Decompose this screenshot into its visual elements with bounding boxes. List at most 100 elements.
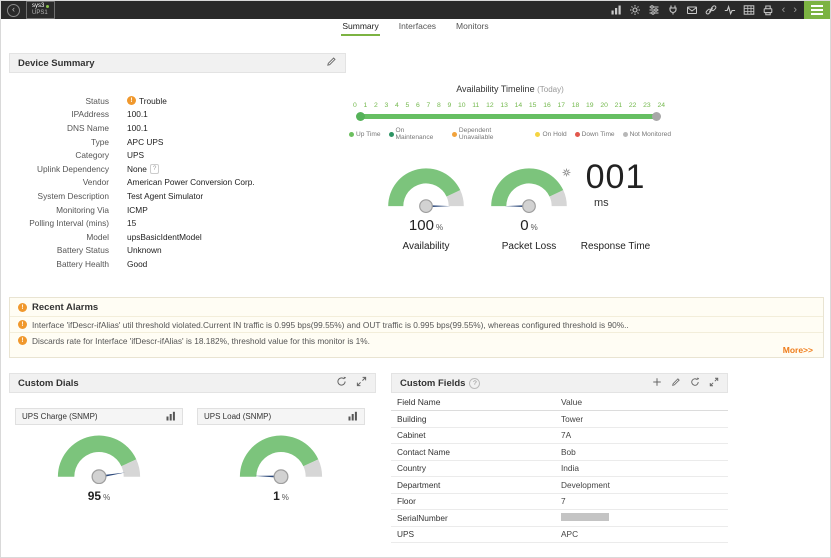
sliders-icon[interactable]	[648, 4, 661, 17]
chart-icon[interactable]	[348, 408, 358, 426]
timeline-ticks: 0123456789101112131415161718192021222324	[353, 102, 665, 109]
field-row-model: Model upsBasicIdentModel	[9, 230, 346, 244]
field-value: Test Agent Simulator	[127, 191, 203, 201]
field-label: Polling Interval (mins)	[9, 218, 109, 228]
field-label: Model	[9, 232, 109, 242]
table-row: Floor 7	[391, 494, 728, 511]
field-row-polling-interval: Polling Interval (mins) 15	[9, 216, 346, 230]
field-row-vendor: Vendor American Power Conversion Corp.	[9, 176, 346, 190]
legend-dot	[535, 132, 540, 137]
device-status-dot	[46, 5, 49, 8]
custom-fields-title: Custom Fields	[400, 378, 465, 389]
back-icon[interactable]: ‹	[7, 4, 20, 17]
ups-charge-card-header: UPS Charge (SNMP)	[15, 408, 183, 425]
expand-icon[interactable]	[709, 374, 719, 392]
help-icon[interactable]: ?	[150, 164, 160, 174]
timeline-start-dot	[356, 112, 365, 121]
field-value: Good	[127, 259, 147, 269]
custom-fields-table: Field Name Value Building Tower Cabinet …	[391, 393, 728, 543]
help-icon[interactable]: ?	[469, 378, 480, 389]
mail-icon[interactable]	[686, 4, 699, 17]
field-row-system-description: System Description Test Agent Simulator	[9, 189, 346, 203]
table-row: SerialNumber	[391, 510, 728, 527]
legend-dependent-unavailable: Dependent Unavailable	[452, 127, 528, 141]
app-window: ‹ sys3 UPS1	[0, 0, 831, 558]
chart-icon[interactable]	[166, 408, 176, 426]
device-summary-title: Device Summary	[18, 58, 95, 69]
table-row: Cabinet 7A	[391, 428, 728, 445]
recent-alarms-header: ! Recent Alarms	[10, 298, 823, 316]
bar-chart-icon[interactable]	[610, 4, 623, 17]
legend-dot	[452, 132, 457, 137]
gear-icon[interactable]	[629, 4, 642, 17]
table-row: UPS APC	[391, 527, 728, 544]
device-type: UPS1	[32, 10, 49, 17]
column-field-name: Field Name	[391, 397, 561, 407]
field-row-monitoring-via: Monitoring Via ICMP	[9, 203, 346, 217]
legend-dot	[623, 132, 628, 137]
ups-charge-gauge	[53, 431, 145, 484]
legend-not-monitored: Not Monitored	[623, 131, 671, 138]
field-value: 15	[127, 218, 136, 228]
timeline-bar[interactable]	[358, 114, 658, 119]
tab-interfaces[interactable]: Interfaces	[398, 19, 437, 36]
refresh-icon[interactable]	[336, 374, 347, 392]
grid-icon[interactable]	[743, 4, 756, 17]
ups-charge-title: UPS Charge (SNMP)	[22, 412, 98, 421]
tab-summary[interactable]: Summary	[341, 19, 379, 36]
field-label: IPAddress	[9, 109, 109, 119]
table-row: Department Development	[391, 477, 728, 494]
top-bar: ‹ sys3 UPS1	[1, 1, 830, 19]
top-bar-actions: ‹ ›	[610, 1, 830, 19]
field-row-category: Category UPS	[9, 148, 346, 162]
field-value: APC UPS	[127, 137, 163, 147]
table-row: Building Tower	[391, 411, 728, 428]
device-summary-header: Device Summary	[9, 53, 346, 73]
table-header-row: Field Name Value	[391, 393, 728, 411]
field-value: Unknown	[127, 245, 162, 255]
printer-icon[interactable]	[762, 4, 775, 17]
more-alarms-link[interactable]: More>>	[783, 345, 813, 355]
field-row-battery-status: Battery Status Unknown	[9, 244, 346, 258]
field-value: 100.1	[127, 123, 148, 133]
pulse-icon[interactable]	[724, 4, 737, 17]
table-row: Contact Name Bob	[391, 444, 728, 461]
response-time-label: Response Time	[568, 241, 663, 252]
availability-gauge	[384, 164, 468, 213]
field-value: American Power Conversion Corp.	[127, 177, 255, 187]
recent-alarms-panel: ! Recent Alarms ! Interface 'ifDescr-ifA…	[9, 297, 824, 358]
field-label: Category	[9, 150, 109, 160]
edit-icon[interactable]	[326, 54, 337, 72]
edit-icon[interactable]	[671, 374, 681, 392]
expand-icon[interactable]	[356, 374, 367, 392]
add-icon[interactable]	[652, 374, 662, 392]
timeline-legend: Up Time On Maintenance Dependent Unavail…	[349, 127, 671, 141]
field-value: upsBasicIdentModel	[127, 232, 202, 242]
link-icon[interactable]	[705, 4, 718, 17]
device-badge[interactable]: sys3 UPS1	[26, 1, 55, 19]
redacted-value	[561, 513, 609, 521]
ups-load-title: UPS Load (SNMP)	[204, 412, 271, 421]
field-label: Battery Health	[9, 259, 109, 269]
chevron-left-icon[interactable]: ‹	[781, 1, 787, 19]
custom-dials-header: Custom Dials	[9, 373, 376, 393]
chevron-right-icon[interactable]: ›	[792, 1, 798, 19]
custom-dials-title: Custom Dials	[18, 378, 79, 389]
device-summary-list: Status ! Trouble IPAddress 100.1 DNS Nam…	[9, 94, 346, 271]
alarm-message: Interface 'ifDescr-ifAlias' util thresho…	[32, 320, 629, 330]
legend-up-time: Up Time	[349, 131, 381, 138]
plug-icon[interactable]	[667, 4, 680, 17]
field-label: Monitoring Via	[9, 205, 109, 215]
table-row: Country India	[391, 461, 728, 478]
alarm-severity-icon: !	[18, 336, 27, 345]
ups-charge-value: 95%	[15, 489, 183, 503]
field-row-dns-name: DNS Name 100.1	[9, 121, 346, 135]
warning-icon: !	[18, 303, 27, 312]
hamburger-menu-button[interactable]	[804, 1, 830, 19]
tab-monitors[interactable]: Monitors	[455, 19, 490, 36]
alarm-row[interactable]: ! Interface 'ifDescr-ifAlias' util thres…	[10, 316, 823, 332]
alarm-row[interactable]: ! Discards rate for Interface 'ifDescr-i…	[10, 332, 823, 348]
timeline-subtitle: (Today)	[537, 85, 564, 94]
refresh-icon[interactable]	[690, 374, 700, 392]
ups-load-card-header: UPS Load (SNMP)	[197, 408, 365, 425]
